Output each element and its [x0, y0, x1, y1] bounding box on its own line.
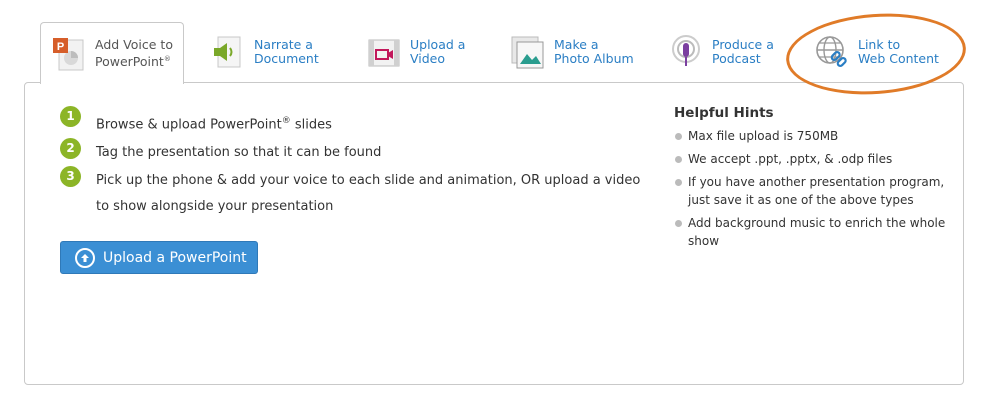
document-speaker-icon: [214, 36, 241, 68]
globe-link-icon: [816, 36, 847, 68]
tab-narrate-a-document[interactable]: Narrate a Document: [210, 22, 319, 82]
step-number: 1: [60, 106, 81, 127]
hint-item: If you have another presentation program…: [674, 173, 959, 209]
step-1: 1 Browse & upload PowerPoint® slides: [60, 106, 656, 138]
hint-item: Max file upload is 750MB: [674, 127, 959, 145]
step-text: Tag the presentation so that it can be f…: [96, 145, 382, 161]
tab-add-voice-to-powerpoint[interactable]: P Add Voice to PowerPoint®: [40, 22, 184, 84]
tab-upload-a-video[interactable]: Upload a Video: [366, 22, 465, 82]
step-text: Browse & upload PowerPoint® slides: [96, 116, 332, 133]
microphone-icon: [672, 35, 700, 66]
hints-title: Helpful Hints: [674, 105, 774, 121]
tab-label: Add Voice to PowerPoint®: [95, 36, 173, 70]
step-number: 2: [60, 138, 81, 160]
upload-arrow-icon: [75, 247, 95, 268]
content-panel: 1 Browse & upload PowerPoint® slides 2 T…: [24, 82, 964, 385]
tab-produce-a-podcast[interactable]: Produce a Podcast: [668, 22, 774, 82]
upload-button-label: Upload a PowerPoint: [103, 249, 247, 266]
photo-album-icon: [511, 36, 544, 69]
tab-label: Narrate a Document: [254, 37, 319, 66]
tab-label: Make a Photo Album: [554, 37, 634, 66]
step-text: Pick up the phone & add your voice to ea…: [96, 173, 641, 215]
film-icon: [368, 39, 400, 67]
hint-item: Add background music to enrich the whole…: [674, 214, 959, 250]
step-3: 3 Pick up the phone & add your voice to …: [60, 166, 656, 220]
tab-label: Produce a Podcast: [712, 37, 774, 66]
step-number: 3: [60, 166, 81, 188]
hint-item: We accept .ppt, .pptx, & .odp files: [674, 150, 959, 168]
svg-text:P: P: [57, 41, 64, 53]
upload-powerpoint-button[interactable]: Upload a PowerPoint: [60, 241, 258, 274]
tab-label: Upload a Video: [410, 37, 466, 66]
tab-make-a-photo-album[interactable]: Make a Photo Album: [510, 22, 634, 82]
steps-list: 1 Browse & upload PowerPoint® slides 2 T…: [60, 106, 656, 220]
tab-label: Link to Web Content: [858, 37, 939, 66]
hints-list: Max file upload is 750MB We accept .ppt,…: [674, 127, 959, 250]
helpful-hints: Helpful Hints Max file upload is 750MB W…: [674, 105, 959, 255]
tab-bar: P Add Voice to PowerPoint® Narrate a Doc…: [40, 22, 960, 84]
step-2: 2 Tag the presentation so that it can be…: [60, 138, 656, 166]
powerpoint-icon: P: [53, 37, 84, 70]
tab-link-to-web-content[interactable]: Link to Web Content: [814, 22, 939, 82]
